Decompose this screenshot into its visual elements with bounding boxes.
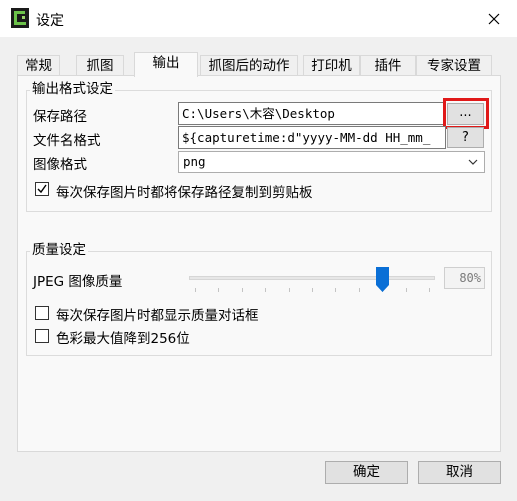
tab-general[interactable]: 常规 — [17, 55, 60, 76]
filename-format-field[interactable]: ${capturetime:d"yyyy-MM-dd HH_mm_ — [178, 126, 446, 149]
close-icon — [488, 13, 500, 24]
quality-group-title: 质量设定 — [30, 242, 88, 258]
help-button[interactable]: ? — [447, 127, 484, 148]
image-format-value: png — [183, 154, 206, 169]
image-format-select[interactable]: png — [178, 151, 485, 173]
app-icon — [11, 8, 29, 28]
slider-tick — [335, 288, 336, 292]
window-title: 设定 — [36, 13, 64, 29]
copy-path-checkbox[interactable] — [35, 182, 49, 196]
tab-output[interactable]: 输出 — [134, 52, 198, 77]
ok-button[interactable]: 确定 — [325, 461, 408, 484]
tab-after-capture[interactable]: 抓图后的动作 — [200, 55, 298, 76]
slider-tick — [359, 288, 360, 292]
jpeg-quality-readout: 80% — [444, 267, 485, 289]
jpeg-quality-label: JPEG 图像质量 — [33, 274, 123, 290]
checkmark-icon — [37, 184, 47, 194]
highlight-box — [443, 98, 489, 129]
show-quality-dialog-label: 每次保存图片时都显示质量对话框 — [56, 308, 259, 324]
output-group-title: 输出格式设定 — [30, 81, 115, 97]
slider-tick — [312, 288, 313, 292]
slider-track — [189, 276, 435, 280]
tab-expert[interactable]: 专家设置 — [416, 55, 492, 76]
show-quality-dialog-checkbox[interactable] — [35, 306, 49, 320]
reduce-colors-checkbox[interactable] — [35, 329, 49, 343]
cancel-button[interactable]: 取消 — [418, 461, 501, 484]
jpeg-quality-slider[interactable] — [189, 266, 435, 294]
slider-tick — [265, 288, 266, 292]
title-bar: 设定 — [0, 0, 517, 37]
chevron-down-icon — [468, 159, 478, 165]
tab-printer[interactable]: 打印机 — [303, 55, 360, 76]
slider-tick — [406, 288, 407, 292]
image-format-label: 图像格式 — [33, 157, 87, 173]
tab-plugins[interactable]: 插件 — [360, 55, 416, 76]
slider-tick — [218, 288, 219, 292]
reduce-colors-label: 色彩最大值降到256位 — [56, 331, 190, 347]
copy-path-label: 每次保存图片时都将保存路径复制到剪贴板 — [56, 185, 313, 201]
slider-thumb[interactable] — [376, 267, 389, 293]
save-path-label: 保存路径 — [33, 109, 87, 125]
filename-format-label: 文件名格式 — [33, 133, 101, 149]
close-button[interactable] — [471, 0, 517, 37]
slider-tick — [429, 288, 430, 292]
tab-capture[interactable]: 抓图 — [76, 55, 124, 76]
slider-tick — [242, 288, 243, 292]
slider-tick — [195, 288, 196, 292]
save-path-field[interactable]: C:\Users\木容\Desktop — [178, 102, 446, 125]
slider-tick — [289, 288, 290, 292]
